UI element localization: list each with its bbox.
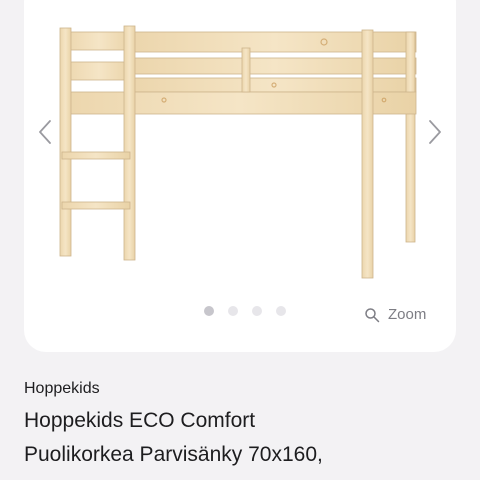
previous-image-button[interactable] bbox=[32, 115, 58, 149]
zoom-label: Zoom bbox=[388, 306, 427, 323]
product-title-line: Hoppekids ECO Comfort bbox=[24, 409, 256, 432]
slide-dot[interactable] bbox=[228, 306, 238, 316]
magnifier-icon bbox=[365, 307, 380, 322]
chevron-right-icon bbox=[429, 120, 441, 144]
product-brand[interactable]: Hoppekids bbox=[24, 380, 100, 398]
product-image[interactable] bbox=[24, 0, 456, 352]
slide-dot[interactable] bbox=[276, 306, 286, 316]
next-image-button[interactable] bbox=[422, 115, 448, 149]
slide-dot[interactable] bbox=[204, 306, 214, 316]
slide-indicator bbox=[204, 306, 286, 316]
chevron-left-icon bbox=[39, 120, 51, 144]
product-title: Hoppekids ECO Comfort Puolikorkea Parvis… bbox=[24, 404, 464, 472]
product-gallery: Zoom bbox=[24, 0, 456, 352]
zoom-button[interactable]: Zoom bbox=[364, 306, 426, 323]
product-title-line: Puolikorkea Parvisänky 70x160, bbox=[24, 443, 323, 466]
slide-dot[interactable] bbox=[252, 306, 262, 316]
